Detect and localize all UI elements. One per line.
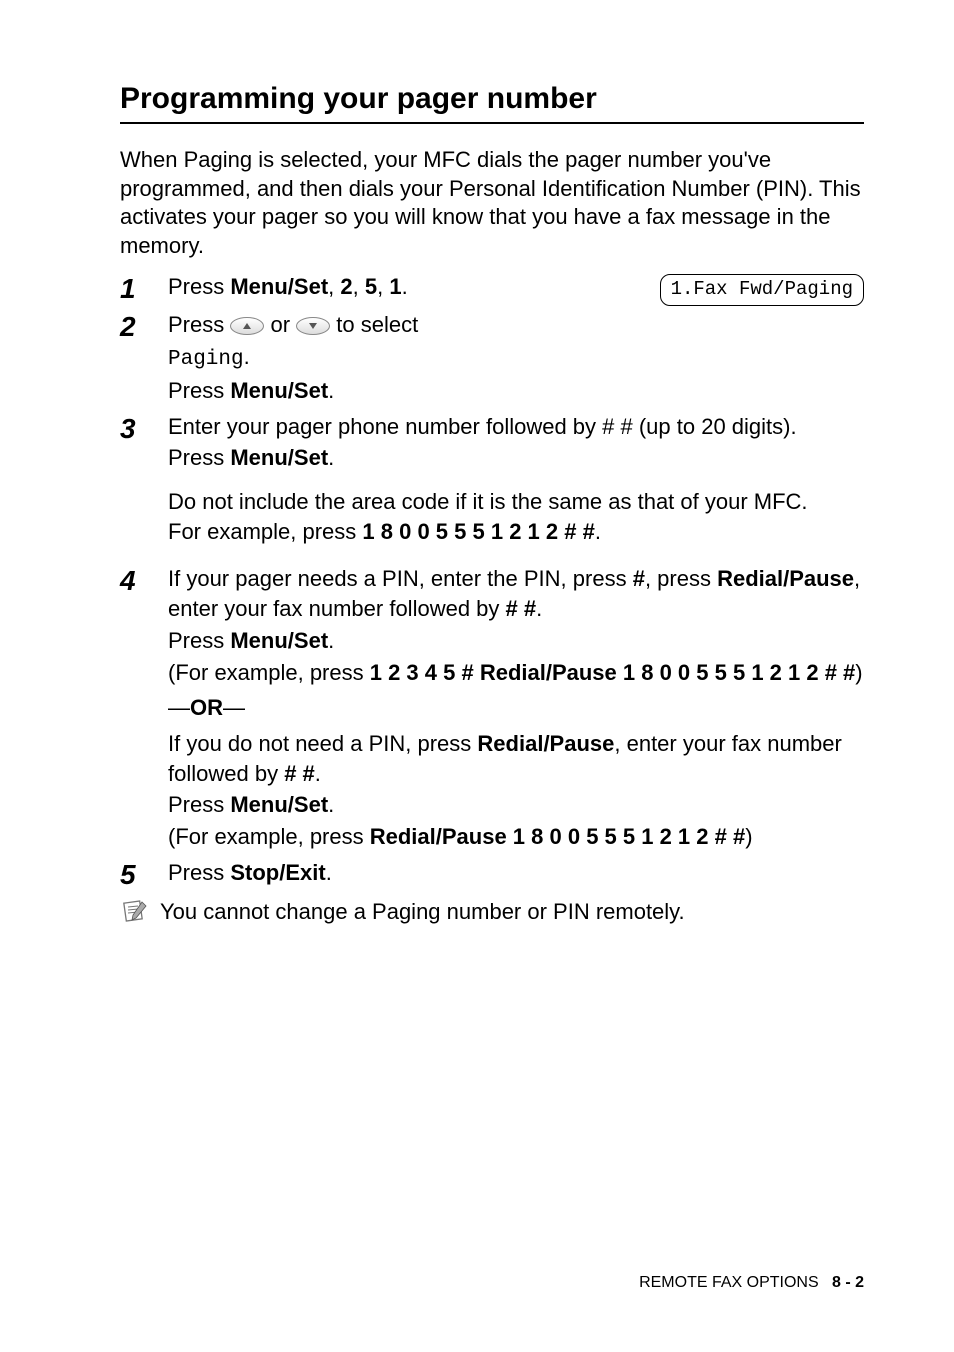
dash: — xyxy=(223,695,245,720)
text: . xyxy=(328,628,334,653)
text: , xyxy=(328,274,340,299)
text: or xyxy=(264,312,296,337)
text: . xyxy=(402,274,408,299)
text: , xyxy=(377,274,389,299)
text: Do not include the area code if it is th… xyxy=(168,487,864,517)
step-2: 2 Press or to select Paging. Press Menu/… xyxy=(120,310,864,408)
paging-option: Paging xyxy=(168,348,244,371)
text: (For example, press xyxy=(168,824,370,849)
step-number: 5 xyxy=(120,858,168,891)
text: . xyxy=(326,860,332,885)
text: . xyxy=(536,596,542,621)
text: . xyxy=(328,445,334,470)
step-list: 1 Press Menu/Set, 2, 5, 1. 1.Fax Fwd/Pag… xyxy=(120,272,864,890)
step-number: 4 xyxy=(120,564,168,853)
key-1: 1 xyxy=(389,274,401,299)
menu-set-label: Menu/Set xyxy=(230,628,328,653)
hash-hash: # # xyxy=(506,596,537,621)
step-number: 3 xyxy=(120,412,168,561)
hash-key: # xyxy=(633,566,645,591)
menu-set-label: Menu/Set xyxy=(230,445,328,470)
text: . xyxy=(595,519,601,544)
text: ) xyxy=(745,824,752,849)
example-keys: 1 2 3 4 5 # Redial/Pause 1 8 0 0 5 5 5 1… xyxy=(370,660,856,685)
redial-pause-label: Redial/Pause xyxy=(477,731,614,756)
menu-set-label: Menu/Set xyxy=(230,792,328,817)
text: If your pager needs a PIN, enter the PIN… xyxy=(168,566,633,591)
step-4: 4 If your pager needs a PIN, enter the P… xyxy=(120,564,864,853)
hash-hash: # # xyxy=(284,761,315,786)
text: ) xyxy=(855,660,862,685)
step-1: 1 Press Menu/Set, 2, 5, 1. 1.Fax Fwd/Pag… xyxy=(120,272,864,306)
note-icon xyxy=(120,898,160,930)
section-heading: Programming your pager number xyxy=(120,82,864,124)
footer-page: 8 - 2 xyxy=(832,1274,864,1291)
key-5: 5 xyxy=(365,274,377,299)
footer-section: REMOTE FAX OPTIONS xyxy=(639,1274,819,1291)
page-footer: REMOTE FAX OPTIONS 8 - 2 xyxy=(639,1274,864,1292)
text: , press xyxy=(645,566,717,591)
menu-set-label: Menu/Set xyxy=(230,378,328,403)
example-keys: 1 8 0 0 5 5 5 1 2 1 2 # # xyxy=(362,519,594,544)
note-row: You cannot change a Paging number or PIN… xyxy=(120,898,864,930)
menu-set-label: Menu/Set xyxy=(230,274,328,299)
stop-exit-label: Stop/Exit xyxy=(230,860,325,885)
text: Press xyxy=(168,792,230,817)
step-5: 5 Press Stop/Exit. xyxy=(120,858,864,891)
lcd-display: 1.Fax Fwd/Paging xyxy=(660,274,864,306)
up-arrow-icon xyxy=(230,317,264,335)
text: Press xyxy=(168,628,230,653)
text: to select xyxy=(330,312,418,337)
example-keys: Redial/Pause 1 8 0 0 5 5 5 1 2 1 2 # # xyxy=(370,824,745,849)
or-separator: OR xyxy=(190,695,223,720)
text: If you do not need a PIN, press xyxy=(168,731,477,756)
text: Enter your pager phone number followed b… xyxy=(168,412,864,442)
text: Press xyxy=(168,378,230,403)
text: Press xyxy=(168,445,230,470)
text: . xyxy=(244,344,250,369)
text: , xyxy=(353,274,365,299)
text: . xyxy=(315,761,321,786)
intro-paragraph: When Paging is selected, your MFC dials … xyxy=(120,146,864,260)
text: Press xyxy=(168,860,230,885)
step-number: 2 xyxy=(120,310,168,408)
note-text: You cannot change a Paging number or PIN… xyxy=(160,898,864,927)
step-3: 3 Enter your pager phone number followed… xyxy=(120,412,864,561)
text: For example, press xyxy=(168,519,362,544)
text: . xyxy=(328,378,334,403)
dash: — xyxy=(168,695,190,720)
text: Press xyxy=(168,312,230,337)
redial-pause-label: Redial/Pause xyxy=(717,566,854,591)
text: Press xyxy=(168,274,230,299)
step-number: 1 xyxy=(120,272,168,306)
text: . xyxy=(328,792,334,817)
text: (For example, press xyxy=(168,660,370,685)
down-arrow-icon xyxy=(296,317,330,335)
key-2: 2 xyxy=(340,274,352,299)
